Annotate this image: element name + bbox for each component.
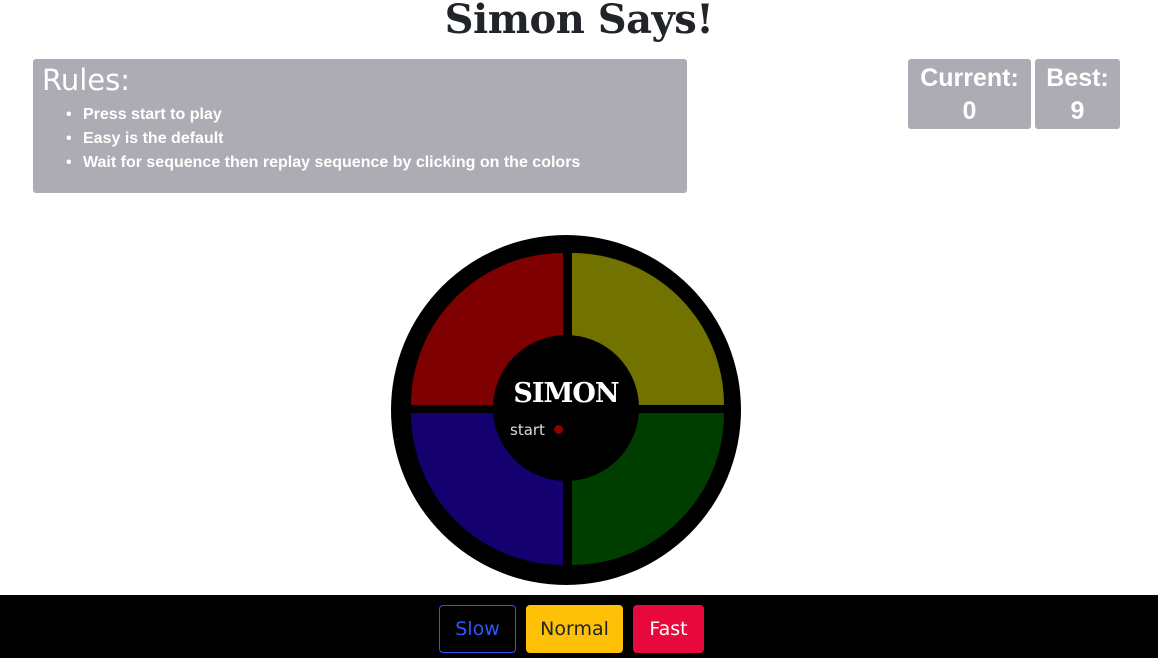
simon-board: SIMON start: [391, 235, 741, 585]
slow-button[interactable]: Slow: [439, 605, 516, 653]
rule-item: • Easy is the default: [66, 127, 580, 151]
rule-text: Press start to play: [83, 106, 222, 123]
current-score-box: Current: 0: [908, 59, 1031, 129]
bullet-icon: •: [66, 130, 72, 147]
start-label[interactable]: start: [510, 420, 545, 440]
rule-text: Easy is the default: [83, 130, 224, 147]
rule-text: Wait for sequence then replay sequence b…: [83, 154, 581, 171]
rules-panel: Rules: • Press start to play • Easy is the…: [33, 59, 687, 193]
page-title: Simon Says!: [444, 0, 714, 43]
current-score-value: 0: [962, 97, 977, 125]
rule-item: • Press start to play: [66, 103, 580, 127]
normal-button[interactable]: Normal: [526, 605, 623, 653]
rules-list: • Press start to play • Easy is the defaul…: [66, 103, 581, 175]
best-score-label: Best:: [1046, 64, 1109, 92]
best-score-value: 9: [1070, 97, 1085, 125]
bullet-icon: •: [66, 106, 72, 123]
start-button[interactable]: [554, 425, 563, 434]
current-score-label: Current:: [920, 64, 1019, 92]
simon-logo: SIMON: [513, 378, 619, 409]
bullet-icon: •: [66, 154, 72, 171]
speed-footer: Slow Normal Fast: [0, 595, 1158, 658]
board-center: SIMON start: [493, 335, 639, 481]
rules-heading: Rules:: [42, 63, 131, 97]
fast-button[interactable]: Fast: [633, 605, 704, 653]
rule-item: • Wait for sequence then replay sequence …: [66, 151, 581, 175]
best-score-box: Best: 9: [1035, 59, 1120, 129]
